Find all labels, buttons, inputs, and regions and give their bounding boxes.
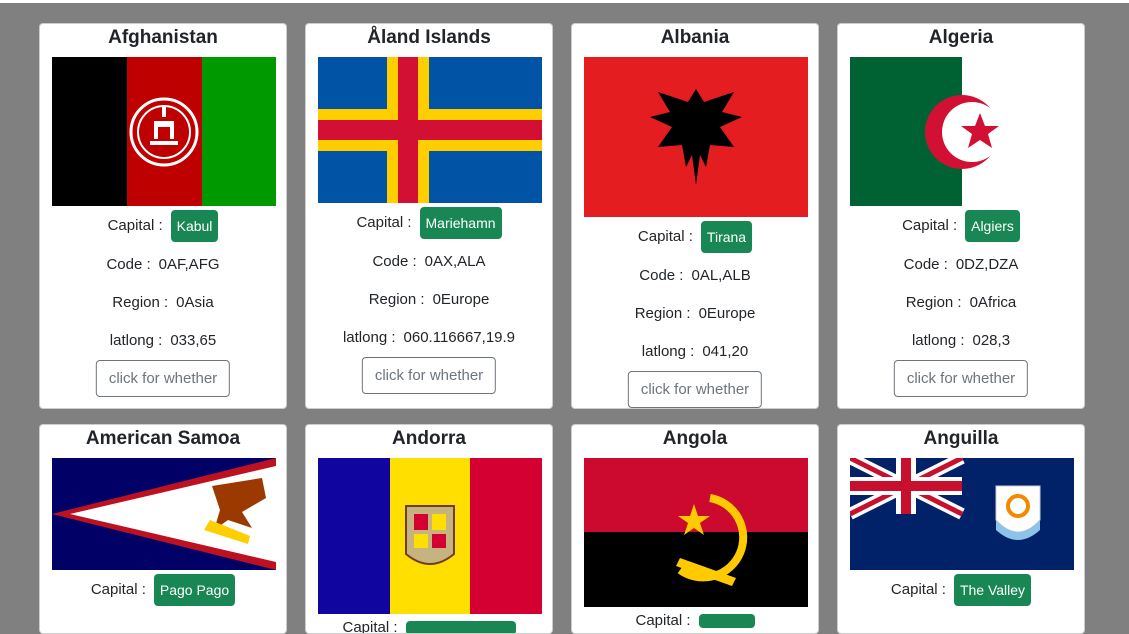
region-row: Region : 0Europe <box>306 290 552 310</box>
code-label: Code : <box>372 253 417 270</box>
latlong-row: latlong : 041,20 <box>572 342 818 362</box>
capital-row: Capital : Algiers <box>838 210 1084 242</box>
code-row: Code : 0AF,AFG <box>40 255 286 275</box>
country-card-algeria: Algeria Capital : Algiers Code : 0DZ,DZA R… <box>837 23 1085 409</box>
capital-badge <box>698 614 755 629</box>
latlong-label: latlong : <box>109 332 163 349</box>
capital-row: Capital : The Valley <box>838 574 1084 606</box>
flag-anguilla <box>850 458 1074 570</box>
capital-row: Capital : Tirana <box>572 221 818 253</box>
latlong-row: latlong : 028,3 <box>838 331 1084 351</box>
code-row: Code : 0AL,ALB <box>572 266 818 286</box>
country-card-angola: Angola Capital : <box>571 424 819 634</box>
latlong-value: 033,65 <box>170 332 217 349</box>
region-label: Region : <box>905 294 962 311</box>
latlong-row: latlong : 033,65 <box>40 331 286 351</box>
flag-algeria <box>850 57 1074 206</box>
country-card-andorra: Andorra Capital : <box>305 424 553 634</box>
region-row: Region : 0Africa <box>838 293 1084 313</box>
country-card-anguilla: Anguilla Capital : The Valley <box>837 424 1085 634</box>
latlong-label: latlong : <box>641 343 695 360</box>
capital-label: Capital : <box>107 216 163 234</box>
country-name: Åland Islands <box>367 27 491 48</box>
capital-badge: Mariehamn <box>419 207 502 239</box>
capital-badge: Pago Pago <box>153 574 236 606</box>
capital-label: Capital : <box>356 213 412 231</box>
capital-row: Capital : <box>572 611 818 631</box>
flag-albania <box>584 57 808 217</box>
region-row: Region : 0Europe <box>572 304 818 324</box>
capital-badge: The Valley <box>953 574 1032 606</box>
capital-label: Capital : <box>902 216 958 234</box>
capital-label: Capital : <box>90 580 146 598</box>
country-card-american-samoa: American Samoa Capital : Pago Pago <box>39 424 287 634</box>
country-name: Algeria <box>928 27 994 48</box>
top-edge <box>0 0 1129 3</box>
latlong-row: latlong : 060.116667,19.9 <box>306 328 552 348</box>
code-value: 0AL,ALB <box>691 267 751 284</box>
country-name: Anguilla <box>923 428 999 449</box>
capital-badge: Tirana <box>700 221 753 253</box>
flag-afghanistan <box>52 57 276 206</box>
code-label: Code : <box>639 267 684 284</box>
region-row: Region : 0Asia <box>40 293 286 313</box>
region-value: 0Asia <box>176 294 214 311</box>
capital-label: Capital : <box>890 580 946 598</box>
region-label: Region : <box>634 305 691 322</box>
code-row: Code : 0AX,ALA <box>306 252 552 272</box>
latlong-value: 041,20 <box>702 343 749 360</box>
capital-badge: Kabul <box>170 210 219 242</box>
weather-button[interactable]: click for whether <box>361 357 497 394</box>
latlong-value: 060.116667,19.9 <box>403 329 516 346</box>
country-name: Afghanistan <box>108 27 218 48</box>
latlong-value: 028,3 <box>972 332 1011 349</box>
capital-row: Capital : Mariehamn <box>306 207 552 239</box>
region-value: 0Africa <box>969 294 1017 311</box>
code-label: Code : <box>106 256 151 273</box>
region-label: Region : <box>112 294 169 311</box>
capital-label: Capital : <box>635 612 691 629</box>
code-row: Code : 0DZ,DZA <box>838 255 1084 275</box>
code-value: 0AX,ALA <box>424 253 486 270</box>
country-name: Albania <box>660 27 730 48</box>
flag-american-samoa <box>52 458 276 570</box>
weather-button[interactable]: click for whether <box>95 360 231 397</box>
flag-andorra <box>318 458 542 614</box>
code-value: 0AF,AFG <box>158 256 220 273</box>
capital-row: Capital : <box>306 618 552 634</box>
region-value: 0Europe <box>698 305 756 322</box>
country-card-aland-islands: Åland Islands Capital : Mariehamn Code : 0… <box>305 23 553 409</box>
capital-label: Capital : <box>637 227 693 245</box>
weather-button[interactable]: click for whether <box>627 371 763 408</box>
country-card-afghanistan: Afghanistan Capital : Kabul Code : 0AF,AFG… <box>39 23 287 409</box>
country-name: Andorra <box>392 428 466 449</box>
capital-row: Capital : Pago Pago <box>40 574 286 606</box>
region-value: 0Europe <box>432 291 490 308</box>
weather-button[interactable]: click for whether <box>893 360 1029 397</box>
country-name: American Samoa <box>85 428 241 449</box>
capital-row: Capital : Kabul <box>40 210 286 242</box>
latlong-label: latlong : <box>342 329 396 346</box>
capital-badge: Algiers <box>965 210 1020 242</box>
capital-label: Capital : <box>342 619 398 634</box>
country-name: Angola <box>662 428 728 449</box>
flag-angola <box>584 458 808 607</box>
latlong-label: latlong : <box>911 332 965 349</box>
region-label: Region : <box>368 291 425 308</box>
code-label: Code : <box>903 256 948 273</box>
country-card-albania: Albania Capital : Tirana Code : 0AL,ALB Re… <box>571 23 819 409</box>
code-value: 0DZ,DZA <box>955 256 1019 273</box>
flag-aland-islands <box>318 57 542 203</box>
